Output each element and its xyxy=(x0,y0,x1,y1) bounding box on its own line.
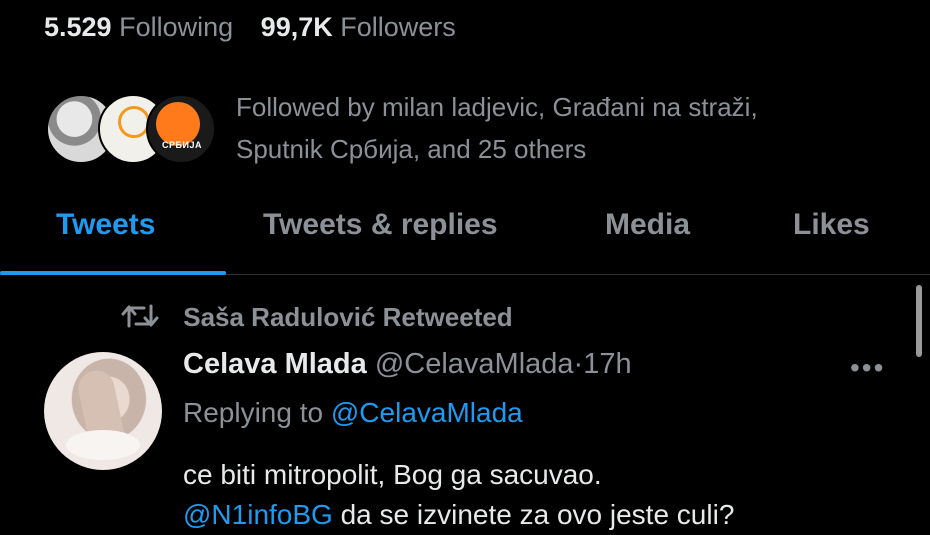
tab-media[interactable]: Media xyxy=(605,208,690,242)
followed-by-text: Followed by milan ladjevic, Građani na s… xyxy=(236,86,916,170)
tab-tweets-replies[interactable]: Tweets & replies xyxy=(263,208,498,242)
following-link[interactable]: 5.529 Following xyxy=(44,12,241,42)
retweet-icon xyxy=(120,302,160,337)
followers-link[interactable]: 99,7K Followers xyxy=(261,12,456,42)
tweet-text: ce biti mitropolit, Bog ga sacuvao. @N1i… xyxy=(183,455,903,535)
tab-tweets[interactable]: Tweets xyxy=(56,208,155,242)
tweet-header: Celava Mlada @CelavaMlada·17h xyxy=(183,348,632,381)
followed-by-avatars: СРБИЈА xyxy=(46,94,216,166)
more-icon[interactable]: ••• xyxy=(850,352,885,384)
following-label: Following xyxy=(119,12,234,42)
followers-label: Followers xyxy=(340,12,456,42)
body-mention-link[interactable]: @N1infoBG xyxy=(183,499,333,530)
replying-mention-link[interactable]: @CelavaMlada xyxy=(331,397,523,428)
avatar-logo-text: СРБИЈА xyxy=(162,140,202,150)
author-handle[interactable]: @CelavaMlada xyxy=(375,348,574,380)
active-tab-indicator xyxy=(0,271,226,275)
tweet-text-line1: ce biti mitropolit, Bog ga sacuvao. xyxy=(183,459,602,490)
separator-dot: · xyxy=(573,348,584,380)
retweeted-by-label: Saša Radulović Retweeted xyxy=(183,302,513,332)
magnifier-logo-icon xyxy=(118,106,150,138)
followed-by-row[interactable]: СРБИЈА Followed by milan ladjevic, Građa… xyxy=(46,86,906,166)
replying-prefix: Replying to xyxy=(183,397,331,428)
retweet-context[interactable]: Saša Radulović Retweeted xyxy=(120,302,513,337)
followed-by-line1: Followed by milan ladjevic, Građani na s… xyxy=(236,92,758,122)
tweet-text-line2-rest: da se izvinete za ovo jeste culi? xyxy=(332,499,735,530)
replying-to: Replying to @CelavaMlada xyxy=(183,397,523,429)
avatar[interactable] xyxy=(44,352,162,470)
tab-likes[interactable]: Likes xyxy=(793,208,870,242)
followers-count: 99,7K xyxy=(260,12,333,42)
scrollbar[interactable] xyxy=(916,285,922,357)
profile-tabs: Tweets Tweets & replies Media Likes xyxy=(0,200,930,275)
avatar: СРБИЈА xyxy=(146,94,216,164)
following-count: 5.529 xyxy=(44,12,112,42)
avatar-figure-skirt xyxy=(66,430,140,460)
tweet-text-line2: @N1infoBG da se izvinete za ovo jeste cu… xyxy=(183,495,903,535)
tweet-time[interactable]: 17h xyxy=(583,348,631,380)
followed-by-line2: Sputnik Србија, and 25 others xyxy=(236,134,587,164)
author-name[interactable]: Celava Mlada xyxy=(183,348,367,380)
profile-stats: 5.529 Following 99,7K Followers xyxy=(44,12,476,43)
